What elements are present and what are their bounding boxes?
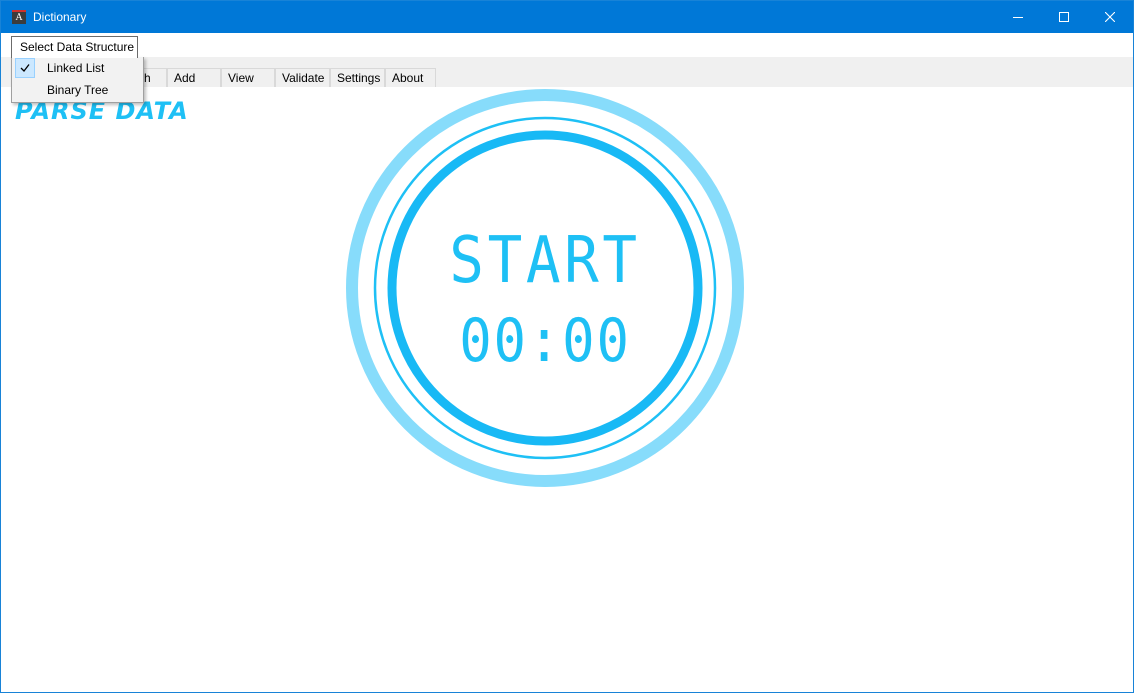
- tab-about[interactable]: About: [385, 68, 436, 87]
- close-button[interactable]: [1087, 1, 1133, 33]
- app-window: A Dictionary Select Data Structure ch Ad…: [0, 0, 1134, 693]
- minimize-button[interactable]: [995, 1, 1041, 33]
- start-timer-button[interactable]: START 00:00: [345, 88, 745, 488]
- checkmark-icon: [20, 64, 30, 72]
- close-icon: [1105, 12, 1115, 22]
- menu-item-linked-list[interactable]: Linked List: [12, 57, 143, 79]
- menu-item-label: Linked List: [47, 61, 105, 75]
- start-label: START: [449, 224, 641, 298]
- menu-item-binary-tree[interactable]: Binary Tree: [12, 79, 143, 101]
- menu-item-label: Binary Tree: [47, 83, 109, 97]
- minimize-icon: [1013, 17, 1023, 18]
- menu-bar: [1, 33, 1133, 57]
- timer-display: 00:00: [459, 306, 631, 376]
- tab-validate[interactable]: Validate: [275, 68, 330, 87]
- window-title: Dictionary: [33, 10, 87, 24]
- maximize-icon: [1059, 12, 1069, 22]
- checkmark-box: [15, 58, 35, 78]
- tab-add[interactable]: Add: [167, 68, 221, 87]
- app-icon: A: [12, 10, 26, 24]
- tab-settings[interactable]: Settings: [330, 68, 385, 87]
- title-bar[interactable]: A Dictionary: [1, 1, 1133, 33]
- maximize-button[interactable]: [1041, 1, 1087, 33]
- data-structure-dropdown: Linked List Binary Tree: [11, 57, 144, 103]
- tab-view[interactable]: View: [221, 68, 275, 87]
- menu-select-data-structure[interactable]: Select Data Structure: [11, 36, 138, 58]
